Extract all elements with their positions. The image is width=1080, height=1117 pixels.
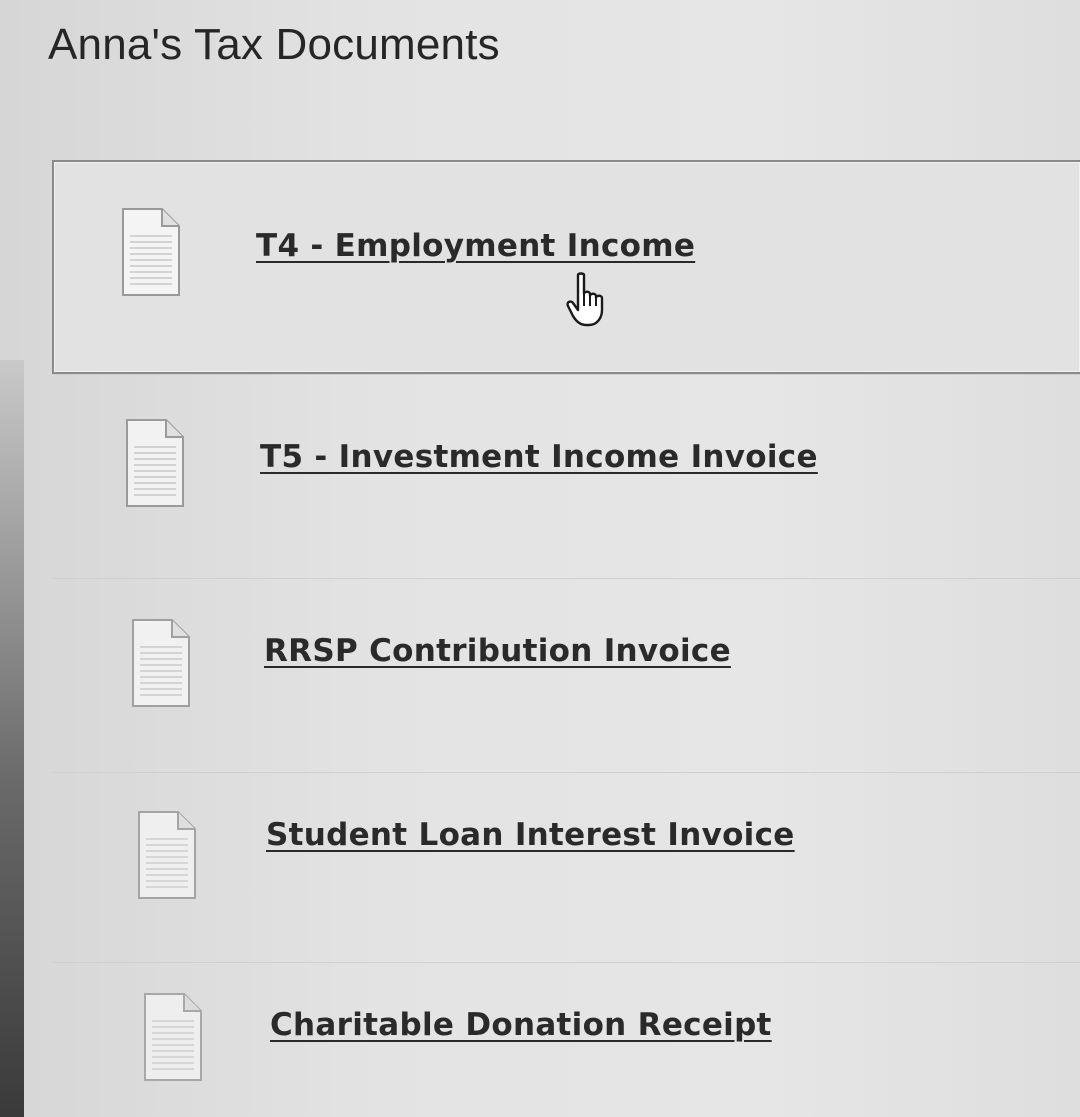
page-title: Anna's Tax Documents xyxy=(48,20,500,69)
document-link-t4[interactable]: T4 - Employment Income xyxy=(256,228,695,264)
document-item-rrsp[interactable]: RRSP Contribution Invoice xyxy=(52,578,1080,772)
document-icon xyxy=(126,419,184,507)
hand-pointer-icon xyxy=(566,272,604,327)
document-icon xyxy=(132,619,190,707)
screen: Anna's Tax Documents T4 - Employment Inc… xyxy=(0,0,1080,1117)
document-item-student-loan[interactable]: Student Loan Interest Invoice xyxy=(52,772,1080,962)
document-icon xyxy=(144,993,202,1081)
document-link-student-loan[interactable]: Student Loan Interest Invoice xyxy=(266,817,795,853)
document-item-t5[interactable]: T5 - Investment Income Invoice xyxy=(52,374,1080,578)
document-link-t5[interactable]: T5 - Investment Income Invoice xyxy=(260,439,818,475)
document-item-t4[interactable]: T4 - Employment Income xyxy=(52,160,1080,374)
document-icon xyxy=(122,208,180,296)
document-link-rrsp[interactable]: RRSP Contribution Invoice xyxy=(264,633,731,669)
document-icon xyxy=(138,811,196,899)
monitor-bezel xyxy=(0,360,24,1117)
document-item-charitable[interactable]: Charitable Donation Receipt xyxy=(52,962,1080,1117)
document-link-charitable[interactable]: Charitable Donation Receipt xyxy=(270,1007,772,1043)
